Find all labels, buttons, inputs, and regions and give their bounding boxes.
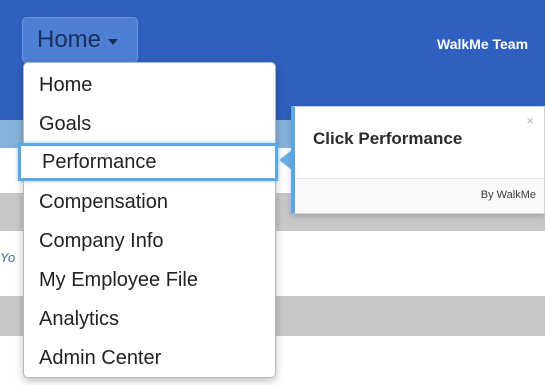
tooltip-instruction-text: Click Performance <box>313 129 463 148</box>
tooltip-footer: By WalkMe <box>295 178 544 213</box>
menu-item-performance[interactable]: Performance <box>18 143 278 181</box>
home-menu-button[interactable]: Home <box>22 17 138 63</box>
partial-link-text[interactable]: Yo <box>0 250 15 265</box>
menu-item-home[interactable]: Home <box>24 66 275 104</box>
menu-item-company-info[interactable]: Company Info <box>24 222 275 260</box>
caret-down-icon <box>108 39 119 45</box>
close-icon[interactable]: × <box>526 113 534 128</box>
menu-item-admin-center[interactable]: Admin Center <box>24 339 275 377</box>
walkme-tooltip: Click Performance × By WalkMe <box>291 106 545 214</box>
menu-item-my-employee-file[interactable]: My Employee File <box>24 261 275 299</box>
home-dropdown-menu: Home Goals Performance Compensation Comp… <box>18 62 278 378</box>
menu-item-analytics[interactable]: Analytics <box>24 300 275 338</box>
team-name-label: WalkMe Team <box>437 36 529 52</box>
walkme-brand-label: By WalkMe <box>480 189 536 201</box>
menu-item-compensation[interactable]: Compensation <box>24 183 275 221</box>
menu-item-goals[interactable]: Goals <box>24 105 275 143</box>
home-button-label: Home <box>37 26 102 53</box>
